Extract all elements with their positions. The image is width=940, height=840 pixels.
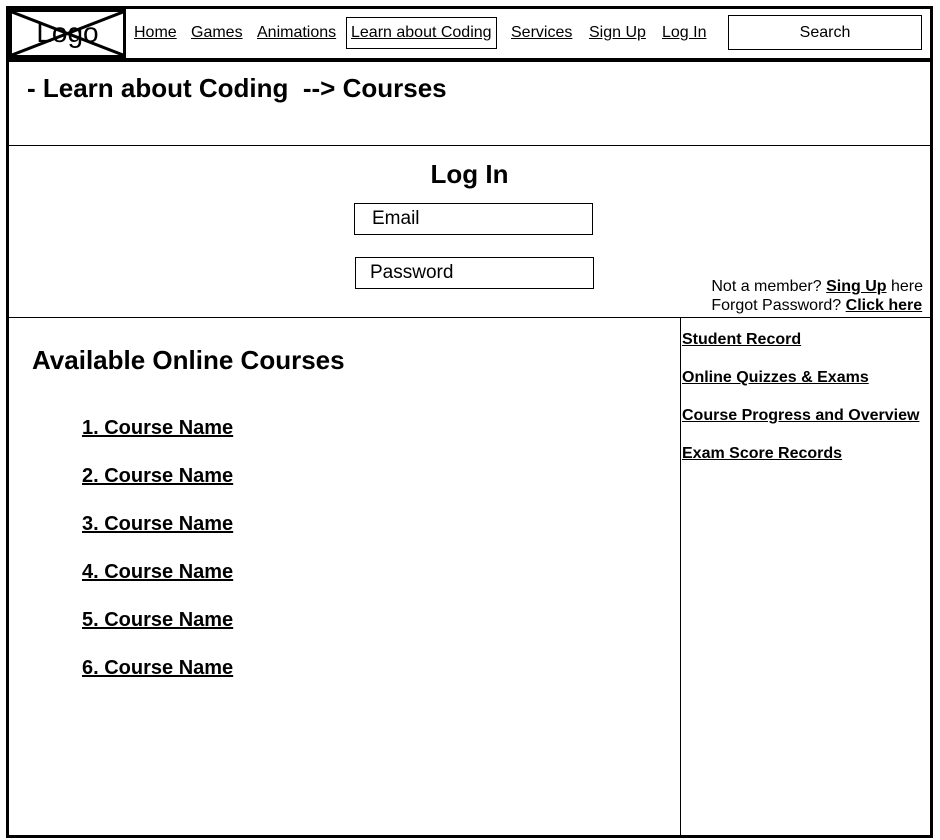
courses-title: Available Online Courses: [32, 345, 345, 375]
nav-animations[interactable]: Animations: [257, 23, 336, 43]
logo[interactable]: Logo: [9, 9, 126, 58]
signup-prompt-text: Not a member?: [711, 278, 822, 295]
course-link[interactable]: 3. Course Name: [82, 512, 233, 536]
sidebar-item-student-record[interactable]: Student Record: [682, 330, 801, 350]
nav-home[interactable]: Home: [134, 23, 177, 43]
page-frame: Logo Home Games Animations Learn about C…: [6, 6, 933, 838]
course-link[interactable]: 4. Course Name: [82, 560, 233, 584]
sidebar-item-online-quizzes[interactable]: Online Quizzes & Exams: [682, 368, 869, 388]
signup-link[interactable]: Sing Up: [826, 278, 886, 295]
sidebar-item-course-progress[interactable]: Course Progress and Overview: [682, 406, 919, 426]
sidebar-item-exam-scores[interactable]: Exam Score Records: [682, 444, 842, 464]
nav-log-in[interactable]: Log In: [662, 23, 706, 43]
course-link[interactable]: 2. Course Name: [82, 464, 233, 488]
login-title: Log In: [430, 159, 509, 189]
course-link[interactable]: 1. Course Name: [82, 416, 233, 440]
course-link[interactable]: 6. Course Name: [82, 656, 233, 680]
email-field[interactable]: Email: [354, 203, 593, 235]
course-link[interactable]: 5. Course Name: [82, 608, 233, 632]
breadcrumb: - Learn about Coding --> Courses: [27, 73, 447, 103]
forgot-password-link[interactable]: Click here: [846, 297, 922, 314]
signup-prompt-suffix: here: [890, 278, 923, 295]
search-input[interactable]: Search: [728, 15, 922, 50]
forgot-password-prompt: Forgot Password? Click here: [711, 296, 923, 315]
signup-prompt: Not a member? Sing Up here: [711, 277, 923, 296]
nav-sign-up[interactable]: Sign Up: [589, 23, 646, 43]
forgot-password-text: Forgot Password?: [711, 297, 842, 314]
password-field[interactable]: Password: [355, 257, 594, 289]
nav-services[interactable]: Services: [511, 23, 572, 43]
nav-learn-about-coding[interactable]: Learn about Coding: [346, 17, 497, 49]
logo-text: Logo: [36, 17, 99, 48]
login-help-links: Not a member? Sing Up here Forgot Passwo…: [711, 277, 923, 315]
top-navbar: Logo Home Games Animations Learn about C…: [9, 9, 930, 62]
sidebar: Student Record Online Quizzes & Exams Co…: [680, 318, 931, 835]
nav-games[interactable]: Games: [191, 23, 243, 43]
section-divider: [9, 145, 930, 146]
